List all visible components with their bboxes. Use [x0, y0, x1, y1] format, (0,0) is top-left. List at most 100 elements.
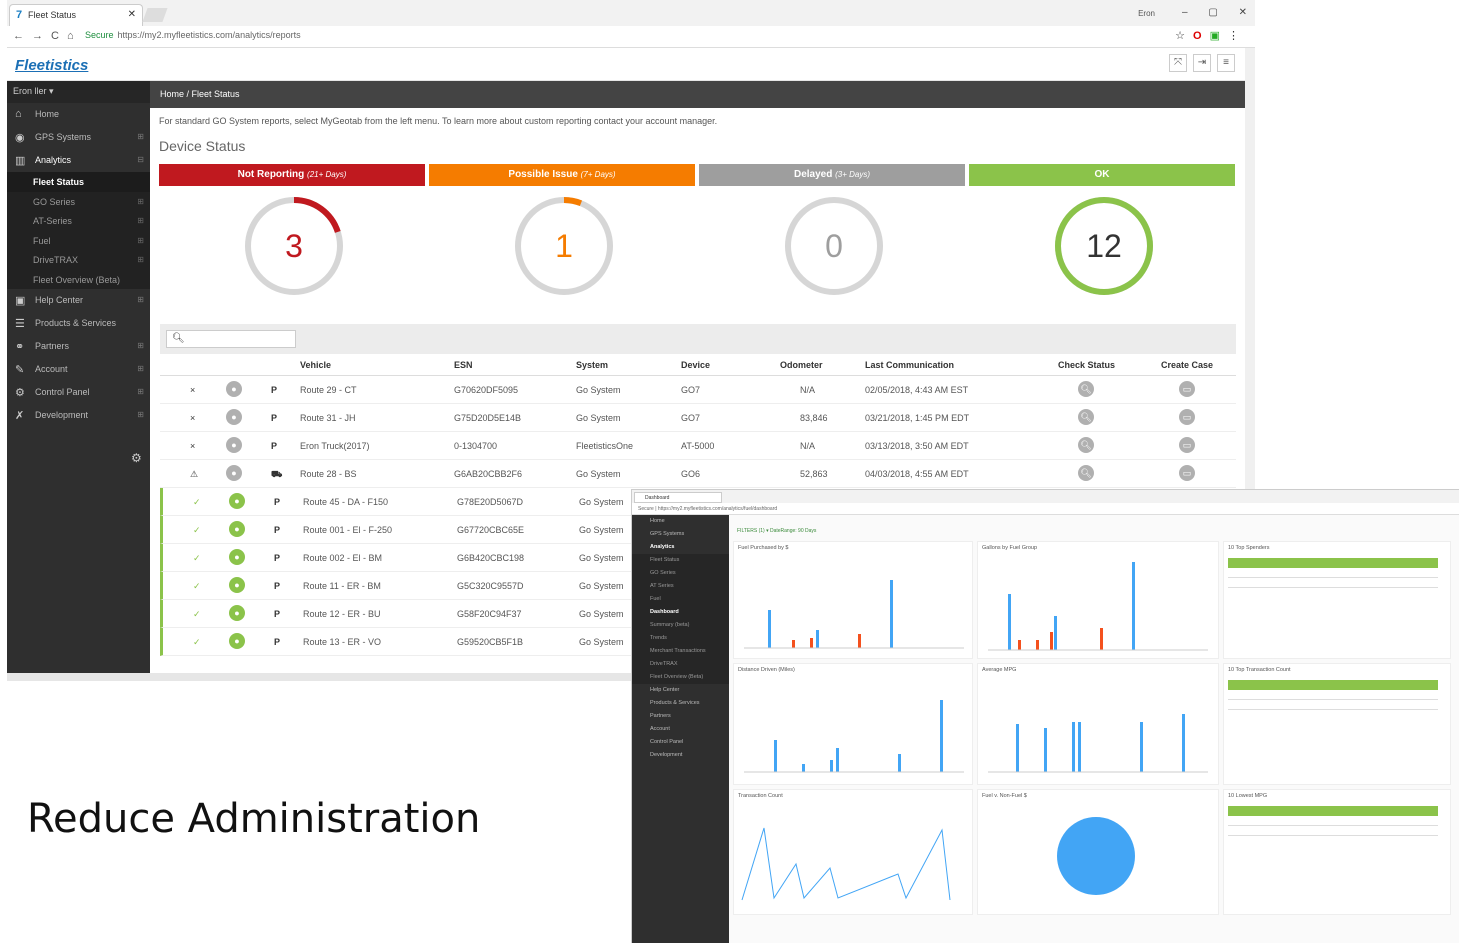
address-bar[interactable]: Secure | https://my2.myfleetistics.com/a…: [632, 503, 1459, 515]
status-header-3[interactable]: OK: [969, 164, 1235, 186]
fleetistics-logo[interactable]: Fleetistics: [15, 57, 88, 74]
status-header-1[interactable]: Possible Issue (7+ Days): [429, 164, 695, 186]
sidebar-item-development[interactable]: ✗ Development ⊞: [7, 404, 150, 427]
browser-tab[interactable]: 7 Fleet Status ✕: [9, 4, 143, 26]
sidebar-item[interactable]: Partners: [632, 710, 729, 723]
sidebar-item-fleet-overview[interactable]: Fleet Overview (Beta): [7, 270, 150, 290]
cell-vehicle[interactable]: Route 002 - El - BM: [303, 553, 382, 563]
nav-buttons[interactable]: ←→C⌂: [13, 30, 82, 42]
sidebar-item-analytics[interactable]: ▥ Analytics ⊟: [7, 149, 150, 172]
create-case-icon[interactable]: ▭: [1179, 437, 1195, 453]
menu-icon[interactable]: ≡: [1217, 54, 1235, 72]
table-row[interactable]: × ● P Eron Truck(2017) 0-1304700 FleetisticsO…: [160, 432, 1236, 460]
sidebar-item[interactable]: GO Series: [632, 567, 729, 580]
sidebar-item[interactable]: Trends: [632, 632, 729, 645]
sidebar-item-control-panel[interactable]: ⚙ Control Panel ⊞: [7, 381, 150, 404]
new-tab-button[interactable]: [142, 8, 168, 22]
sidebar-item-gps[interactable]: ◉ GPS Systems ⊞: [7, 126, 150, 149]
sidebar-item[interactable]: Fleet Status: [632, 554, 729, 567]
sidebar-item[interactable]: AT Series: [632, 580, 729, 593]
sidebar-item-drivetrax[interactable]: DriveTRAX ⊞: [7, 250, 150, 270]
expand-icon[interactable]: ⤧: [1169, 54, 1187, 72]
cell-vehicle[interactable]: Route 31 - JH: [300, 413, 356, 423]
extension-icons[interactable]: ☆O▣⋮: [1175, 29, 1247, 42]
url-text: Secure | https://my2.myfleetistics.com/a…: [638, 506, 778, 512]
sidebar-item-help[interactable]: ▣ Help Center ⊞: [7, 289, 150, 312]
cell-system: Go System: [576, 469, 621, 479]
search-input[interactable]: 🔍︎: [166, 330, 296, 348]
sidebar-item[interactable]: Help Center: [632, 684, 729, 697]
collapse-icon: ⊟: [137, 155, 144, 164]
status-header-2[interactable]: Delayed (3+ Days): [699, 164, 965, 186]
cell-esn: G6B420CBC198: [457, 553, 525, 563]
col-esn[interactable]: ESN: [454, 360, 473, 370]
col-system[interactable]: System: [576, 360, 608, 370]
col-last-communication[interactable]: Last Communication: [865, 360, 954, 370]
user-menu[interactable]: Eron ller ▾: [7, 81, 150, 103]
breadcrumb[interactable]: Home / Fleet Status: [150, 81, 1245, 108]
sidebar-item-fleet-status[interactable]: Fleet Status: [7, 172, 150, 192]
chart-bar: [1132, 562, 1135, 650]
check-status-icon[interactable]: 🔍︎: [1078, 437, 1094, 453]
table-row[interactable]: ⚠ ● ⛟ Route 28 - BS G6AB20CBB2F6 Go System GO6…: [160, 460, 1236, 488]
globe-icon: ◉: [15, 132, 25, 144]
cell-vehicle[interactable]: Route 11 - ER - BM: [303, 581, 381, 591]
browser-tab[interactable]: Dashboard: [634, 492, 722, 503]
sidebar-item-go-series[interactable]: GO Series ⊞: [7, 192, 150, 212]
sidebar-item-at-series[interactable]: AT-Series ⊞: [7, 211, 150, 231]
sidebar-item-partners[interactable]: ⚭ Partners ⊞: [7, 335, 150, 358]
sidebar-item[interactable]: Control Panel: [632, 736, 729, 749]
cell-vehicle[interactable]: Route 13 - ER - VO: [303, 637, 381, 647]
sidebar-item[interactable]: Development: [632, 749, 729, 762]
sidebar-label: Control Panel: [35, 387, 90, 397]
create-case-icon[interactable]: ▭: [1179, 381, 1195, 397]
sidebar-item[interactable]: Home: [632, 515, 729, 528]
sidebar-item-account[interactable]: ✎ Account ⊞: [7, 358, 150, 381]
cell-vehicle[interactable]: Route 28 - BS: [300, 469, 357, 479]
col-check-status[interactable]: Check Status: [1058, 360, 1115, 370]
cell-esn: G67720CBC65E: [457, 525, 525, 535]
status-header-0[interactable]: Not Reporting (21+ Days): [159, 164, 425, 186]
sidebar-item[interactable]: Fleet Overview (Beta): [632, 671, 729, 684]
cell-system: Go System: [576, 413, 621, 423]
sidebar-item[interactable]: Analytics: [632, 541, 729, 554]
expand-icon: ⊞: [137, 387, 144, 396]
table-row[interactable]: × ● P Route 29 - CT G70620DF5095 Go System GO7…: [160, 376, 1236, 404]
sidebar-item-fuel[interactable]: Fuel ⊞: [7, 231, 150, 251]
marker-icon: ●: [229, 549, 245, 565]
close-tab-icon[interactable]: ✕: [128, 9, 136, 20]
url-field[interactable]: Secure https://my2.myfleetistics.com/anal…: [85, 30, 301, 40]
sidebar-item-products[interactable]: ☰ Products & Services: [7, 312, 150, 335]
sidebar-item-home[interactable]: ⌂ Home: [7, 103, 150, 126]
col-odometer[interactable]: Odometer: [780, 360, 823, 370]
filters-bar[interactable]: FILTERS (1) ▾ DateRange: 90 Days: [737, 528, 816, 534]
logout-icon[interactable]: ⇥: [1193, 54, 1211, 72]
sidebar-item[interactable]: Account: [632, 723, 729, 736]
create-case-icon[interactable]: ▭: [1179, 465, 1195, 481]
sidebar-item[interactable]: Summary (beta): [632, 619, 729, 632]
window-controls[interactable]: – ▢ ✕: [1182, 7, 1247, 18]
cell-vehicle[interactable]: Route 45 - DA - F150: [303, 497, 388, 507]
cell-vehicle[interactable]: Route 12 - ER - BU: [303, 609, 381, 619]
sidebar-item[interactable]: Dashboard: [632, 606, 729, 619]
sidebar-item[interactable]: DriveTRAX: [632, 658, 729, 671]
col-device[interactable]: Device: [681, 360, 710, 370]
cell-esn: G75D20D5E14B: [454, 413, 522, 423]
cell-vehicle[interactable]: Route 29 - CT: [300, 385, 357, 395]
cell-vehicle[interactable]: Route 001 - El - F-250: [303, 525, 392, 535]
settings-icon[interactable]: ⚙: [131, 451, 142, 465]
table-row[interactable]: × ● P Route 31 - JH G75D20D5E14B Go System GO7…: [160, 404, 1236, 432]
col-vehicle[interactable]: Vehicle: [300, 360, 331, 370]
check-status-icon[interactable]: 🔍︎: [1078, 465, 1094, 481]
check-status-icon[interactable]: 🔍︎: [1078, 409, 1094, 425]
cell-vehicle[interactable]: Eron Truck(2017): [300, 441, 370, 451]
col-create-case[interactable]: Create Case: [1161, 360, 1213, 370]
cell-esn: G70620DF5095: [454, 385, 519, 395]
sidebar-item[interactable]: Merchant Transactions: [632, 645, 729, 658]
browser-user[interactable]: Eron: [1138, 9, 1155, 18]
sidebar-item[interactable]: Products & Services: [632, 697, 729, 710]
check-status-icon[interactable]: 🔍︎: [1078, 381, 1094, 397]
create-case-icon[interactable]: ▭: [1179, 409, 1195, 425]
sidebar-item[interactable]: Fuel: [632, 593, 729, 606]
sidebar-item[interactable]: GPS Systems: [632, 528, 729, 541]
